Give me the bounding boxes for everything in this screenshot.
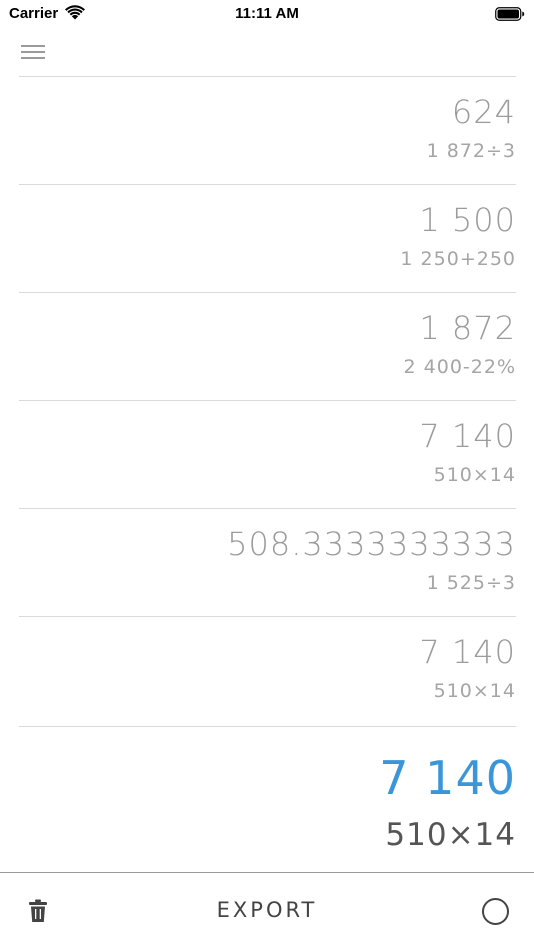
current-calculation[interactable]: 7 140 510×14	[19, 726, 516, 872]
history-entry[interactable]: 1 872 2 400-22%	[19, 292, 516, 400]
hamburger-menu-icon[interactable]	[20, 42, 46, 62]
history-result: 1 500	[419, 201, 516, 239]
history-entry[interactable]: 1 500 1 250+250	[19, 184, 516, 292]
bottom-toolbar: EXPORT	[0, 872, 534, 950]
status-time: 11:11 AM	[235, 5, 299, 22]
status-bar: Carrier 11:11 AM	[0, 0, 534, 30]
history-expression: 1 250+250	[400, 248, 516, 270]
history-expression: 2 400-22%	[403, 356, 516, 378]
history-expression: 510×14	[433, 464, 516, 486]
history-expression: 1 525÷3	[426, 572, 516, 594]
history-result: 7 140	[419, 417, 516, 455]
history-entry[interactable]: 624 1 872÷3	[19, 76, 516, 184]
history-result: 508.3333333333	[227, 525, 516, 563]
history-entry[interactable]: 508.3333333333 1 525÷3	[19, 508, 516, 616]
battery-icon	[495, 7, 525, 21]
trash-icon[interactable]	[28, 899, 48, 923]
history-list: 624 1 872÷3 1 500 1 250+250 1 872 2 400-…	[19, 76, 516, 724]
current-result: 7 140	[379, 751, 516, 805]
history-entry[interactable]: 7 140 510×14	[19, 400, 516, 508]
history-result: 1 872	[419, 309, 516, 347]
history-result: 624	[451, 93, 516, 131]
export-button[interactable]: EXPORT	[200, 895, 334, 925]
history-expression: 1 872÷3	[426, 140, 516, 162]
circle-icon[interactable]	[482, 898, 509, 925]
history-expression: 510×14	[433, 680, 516, 702]
current-expression: 510×14	[385, 817, 516, 853]
history-result: 7 140	[419, 633, 516, 671]
history-entry[interactable]: 7 140 510×14	[19, 616, 516, 724]
